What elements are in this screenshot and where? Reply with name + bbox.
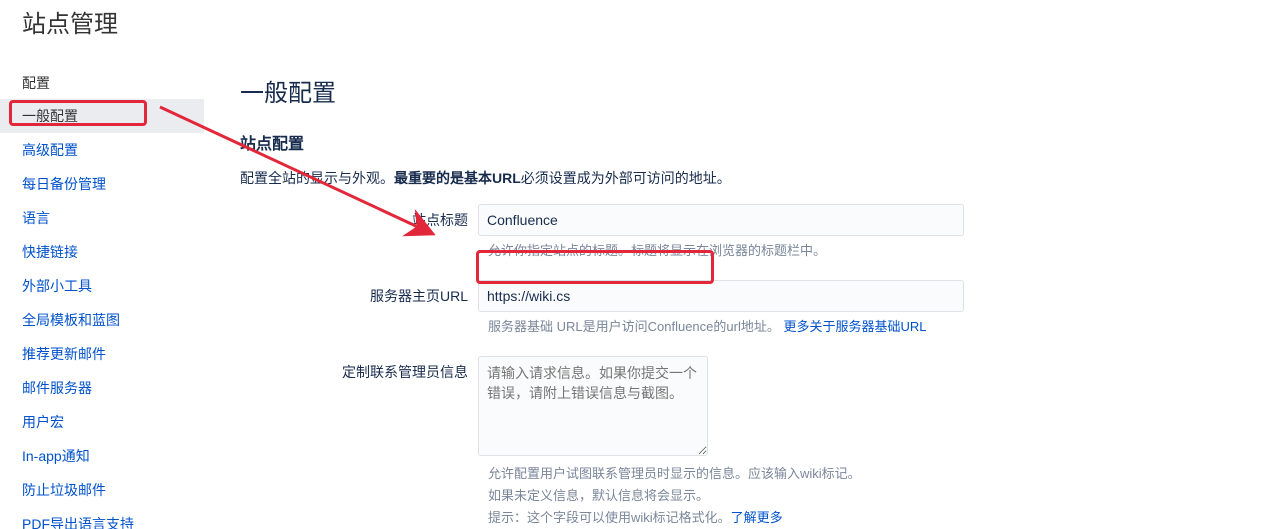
sidebar-item-pdf-export-lang[interactable]: PDF导出语言支持 [0, 507, 204, 529]
section-heading-site-config: 站点配置 [240, 130, 1260, 154]
sidebar-item-user-macros[interactable]: 用户宏 [0, 405, 204, 439]
sidebar-item-inapp-notify[interactable]: In-app通知 [0, 439, 204, 473]
admin-contact-textarea[interactable] [478, 356, 708, 456]
help-base-url: 服务器基础 URL是用户访问Confluence的url地址。 更多关于服务器基… [240, 316, 1260, 338]
sidebar-item-spam-prevention[interactable]: 防止垃圾邮件 [0, 473, 204, 507]
base-url-input[interactable] [478, 280, 964, 312]
sidebar: 配置 一般配置 高级配置 每日备份管理 语言 快捷链接 外部小工具 全局模板和蓝… [0, 49, 204, 529]
label-admin-contact: 定制联系管理员信息 [240, 356, 478, 382]
help-admin-contact: 允许配置用户试图联系管理员时显示的信息。应该输入wiki标记。 如果未定义信息，… [240, 463, 1260, 529]
site-title-input[interactable] [478, 204, 964, 236]
sidebar-item-daily-backup[interactable]: 每日备份管理 [0, 167, 204, 201]
main-content: 一般配置 站点配置 配置全站的显示与外观。最重要的是基本URL必须设置成为外部可… [204, 49, 1280, 529]
sidebar-section-header: 配置 [0, 67, 204, 99]
sidebar-item-external-widgets[interactable]: 外部小工具 [0, 269, 204, 303]
help-site-title: 允许你指定站点的标题。标题将显示在浏览器的标题栏中。 [240, 240, 1260, 262]
link-learn-more-wiki[interactable]: 了解更多 [731, 510, 783, 525]
label-base-url: 服务器主页URL [240, 280, 478, 306]
link-more-base-url[interactable]: 更多关于服务器基础URL [780, 319, 927, 334]
sidebar-item-quick-links[interactable]: 快捷链接 [0, 235, 204, 269]
sidebar-item-recommended-updates[interactable]: 推荐更新邮件 [0, 337, 204, 371]
label-site-title: 站点标题 [240, 204, 478, 230]
sidebar-item-global-templates[interactable]: 全局模板和蓝图 [0, 303, 204, 337]
sidebar-item-mail-server[interactable]: 邮件服务器 [0, 371, 204, 405]
section-desc: 配置全站的显示与外观。最重要的是基本URL必须设置成为外部可访问的地址。 [240, 168, 1260, 188]
page-title: 站点管理 [0, 0, 1280, 49]
sidebar-item-general-config[interactable]: 一般配置 [0, 99, 204, 133]
sidebar-item-advanced-config[interactable]: 高级配置 [0, 133, 204, 167]
main-heading: 一般配置 [240, 73, 1260, 108]
sidebar-item-language[interactable]: 语言 [0, 201, 204, 235]
